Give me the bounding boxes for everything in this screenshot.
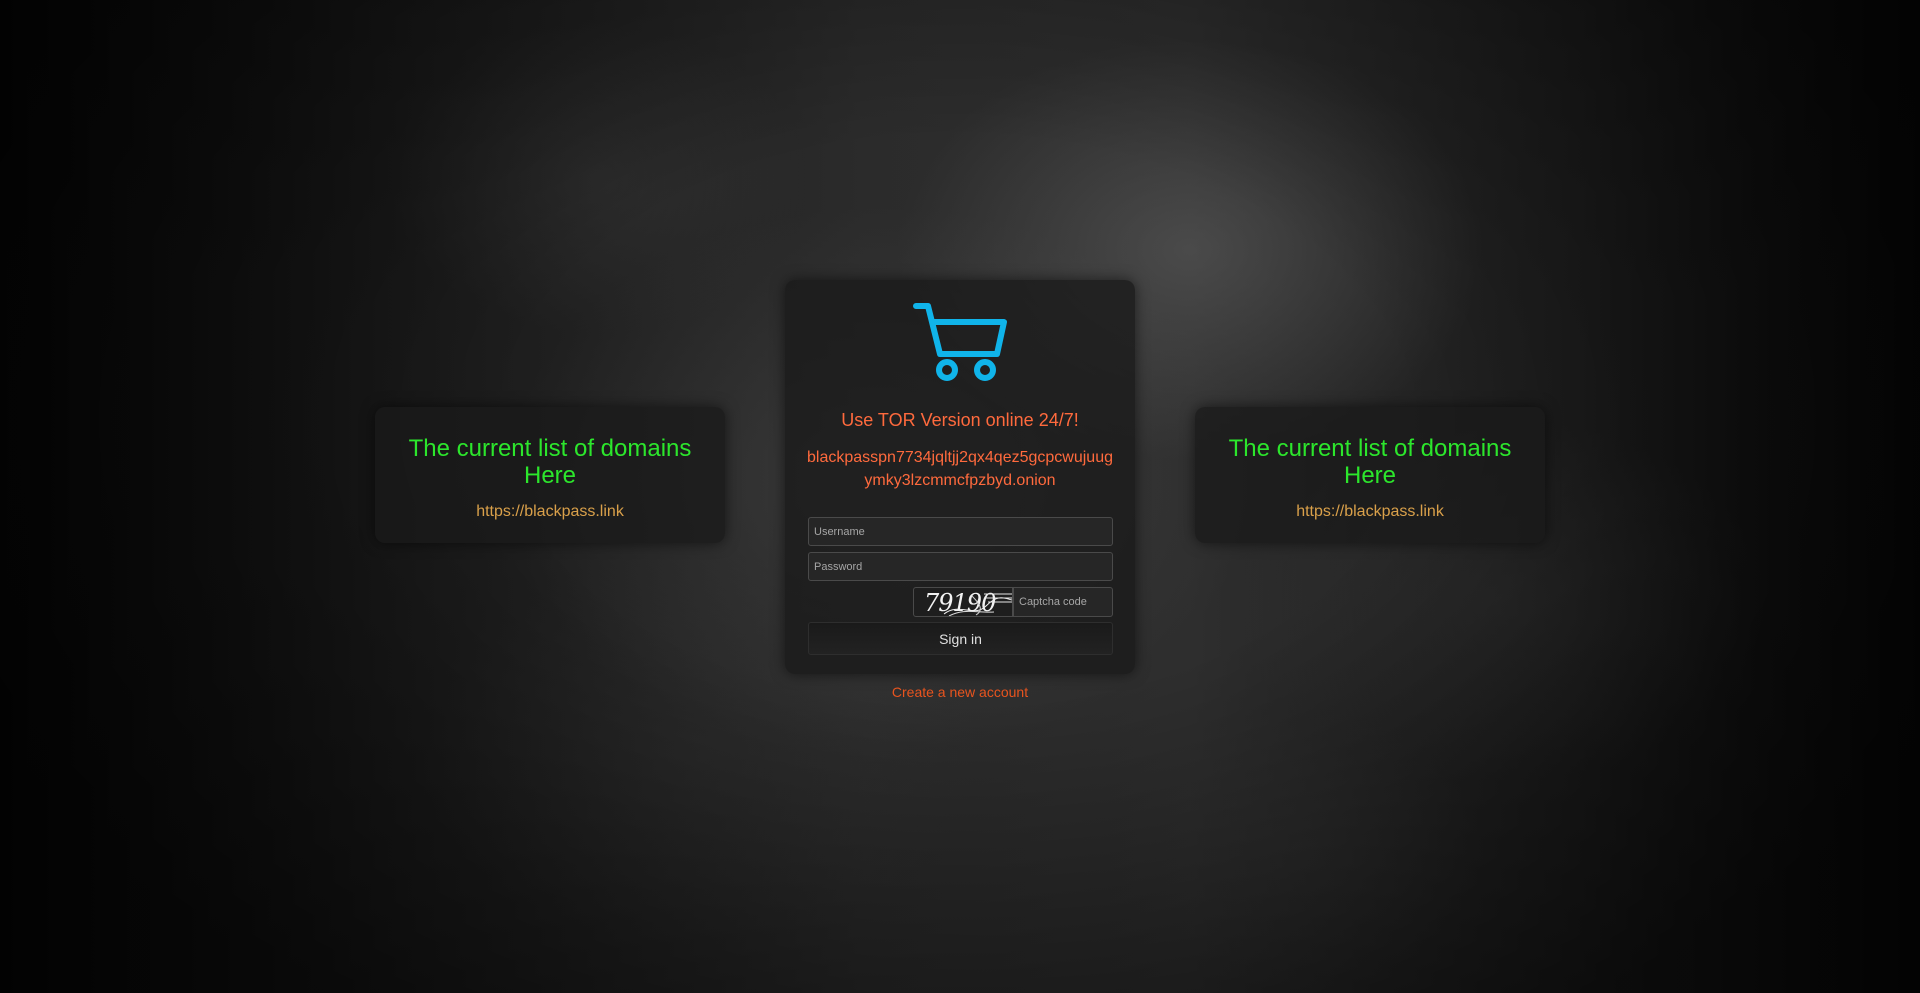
create-account-link[interactable]: Create a new account xyxy=(785,684,1135,700)
sign-in-button[interactable]: Sign in xyxy=(808,622,1113,655)
domains-panel-right: The current list of domains Here https:/… xyxy=(1195,407,1545,543)
login-panel: Use TOR Version online 24/7! blackpasspn… xyxy=(785,280,1135,674)
onion-address: blackpasspn7734jqltjj2qx4qez5gcpcwujuugy… xyxy=(807,449,1113,489)
tor-heading: Use TOR Version online 24/7! xyxy=(841,410,1079,430)
password-input[interactable] xyxy=(808,552,1113,581)
captcha-image: 79190 xyxy=(913,587,1013,617)
username-input[interactable] xyxy=(808,517,1113,546)
captcha-noise xyxy=(943,593,1012,616)
domains-panel-left: The current list of domains Here https:/… xyxy=(375,407,725,543)
domains-panel-title: The current list of domains Here xyxy=(408,435,692,489)
captcha-input[interactable] xyxy=(1013,587,1113,617)
domains-link[interactable]: https://blackpass.link xyxy=(476,503,624,521)
domains-link[interactable]: https://blackpass.link xyxy=(1296,503,1444,521)
shopping-cart-icon xyxy=(913,303,1007,381)
domains-panel-title: The current list of domains Here xyxy=(1228,435,1512,489)
